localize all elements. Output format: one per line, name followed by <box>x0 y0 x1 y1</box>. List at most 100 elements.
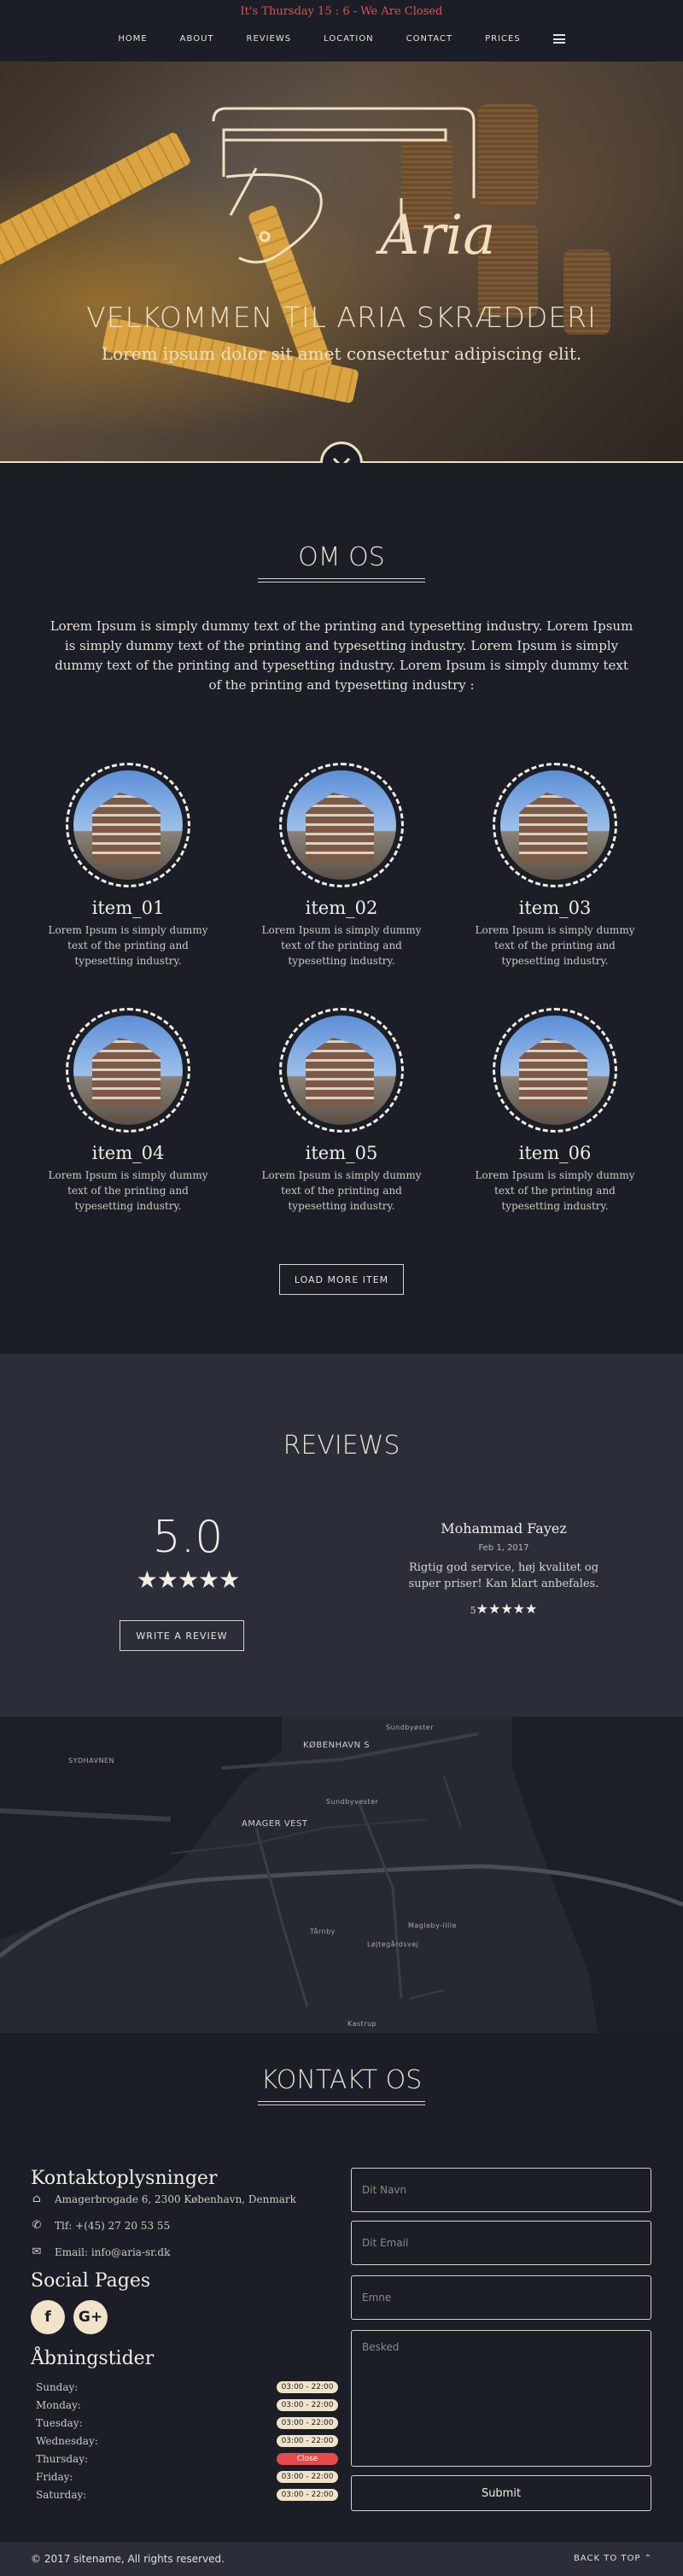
hero-title: VELKOMMEN TIL ARIA SKRÆDDERI <box>86 301 597 334</box>
hours-row: Monday: 03:00 - 22:00 <box>31 2396 338 2414</box>
write-review-button[interactable]: WRITE A REVIEW <box>120 1620 244 1651</box>
day-label: Wednesday: <box>36 2434 98 2447</box>
facebook-icon[interactable]: f <box>31 2300 65 2334</box>
hero-subtitle: Lorem ipsum dolor sit amet consectetur a… <box>101 343 582 364</box>
footer: © 2017 sitename, All rights reserved. BA… <box>0 2542 683 2576</box>
item-description: Lorem Ipsum is simply dummy text of the … <box>475 1169 635 1212</box>
item-image <box>493 763 617 887</box>
phone[interactable]: Tlf: +(45) 27 20 53 55 <box>55 2220 170 2232</box>
main-nav: HOME ABOUT REVIEWS LOCATION CONTACT PRIC… <box>0 34 683 44</box>
contact-info-heading: Kontaktoplysninger <box>31 2168 218 2189</box>
hours-row: Sunday: 03:00 - 22:00 <box>31 2378 338 2396</box>
location-map[interactable]: KØBENHAVN S AMAGER VEST SYDHAVNEN Sundby… <box>0 1717 683 2033</box>
open-status-notice: It's Thursday 15 : 6 - We Are Closed <box>240 5 443 18</box>
hours-badge-closed: Close <box>277 2452 338 2465</box>
nav-reviews[interactable]: REVIEWS <box>247 34 292 44</box>
map-label: Tårnby <box>310 1928 336 1935</box>
opening-hours: Sunday: 03:00 - 22:00 Monday: 03:00 - 22:0… <box>31 2378 338 2503</box>
review-date: Feb 1, 2017 <box>478 1543 529 1553</box>
item-card[interactable]: item_05 Lorem Ipsum is simply dummy text… <box>248 1008 435 1214</box>
top-bar: It's Thursday 15 : 6 - We Are Closed HOM… <box>0 0 683 61</box>
subject-field[interactable] <box>351 2275 651 2320</box>
item-card[interactable]: item_01 Lorem Ipsum is simply dummy text… <box>34 763 222 969</box>
item-image <box>279 1008 404 1133</box>
map-label: Magleby-lille <box>408 1922 457 1929</box>
map-label: Sundbyvester <box>326 1798 379 1806</box>
item-card[interactable]: item_04 Lorem Ipsum is simply dummy text… <box>34 1008 222 1214</box>
map-label: KØBENHAVN S <box>303 1741 371 1750</box>
email-row: ✉ Email: info@aria-sr.dk <box>31 2245 338 2258</box>
name-field[interactable] <box>351 2168 651 2212</box>
address-row: ⌂ Amagerbrogade 6, 2300 København, Denma… <box>31 2193 338 2205</box>
nav-contact[interactable]: CONTACT <box>406 34 452 44</box>
reviews-section: REVIEWS 5.0 ★★★★★ WRITE A REVIEW Mohamma… <box>0 1354 683 1717</box>
email[interactable]: Email: info@aria-sr.dk <box>55 2246 170 2258</box>
hours-badge: 03:00 - 22:00 <box>277 2470 338 2483</box>
average-score: 5.0 <box>152 1512 224 1563</box>
item-description: Lorem Ipsum is simply dummy text of the … <box>261 1169 422 1212</box>
day-label: Tuesday: <box>36 2416 83 2429</box>
item-name: item_02 <box>305 898 378 918</box>
item-description: Lorem Ipsum is simply dummy text of the … <box>261 924 422 967</box>
review-rating-number: 5 <box>470 1605 476 1616</box>
chevron-down-icon <box>332 457 351 463</box>
item-card[interactable]: item_02 Lorem Ipsum is simply dummy text… <box>248 763 435 969</box>
nav-home[interactable]: HOME <box>118 34 147 44</box>
day-label: Saturday: <box>36 2488 87 2501</box>
hours-row: Wednesday: 03:00 - 22:00 <box>31 2432 338 2450</box>
item-card[interactable]: item_06 Lorem Ipsum is simply dummy text… <box>461 1008 649 1214</box>
hours-badge: 03:00 - 22:00 <box>277 2416 338 2429</box>
logo-text: Aria <box>376 204 495 267</box>
day-label: Monday: <box>36 2398 81 2411</box>
item-description: Lorem Ipsum is simply dummy text of the … <box>48 1169 208 1212</box>
about-title-underline <box>258 578 425 583</box>
review-card: Mohammad Fayez Feb 1, 2017 Rigtig god se… <box>401 1520 606 1617</box>
home-icon: ⌂ <box>32 2193 41 2205</box>
copyright: © 2017 sitename, All rights reserved. <box>31 2553 225 2565</box>
scroll-down-button[interactable] <box>320 442 363 463</box>
menu-icon[interactable] <box>552 34 565 44</box>
item-image <box>66 1008 190 1133</box>
email-field[interactable] <box>351 2221 651 2265</box>
item-name: item_04 <box>91 1143 165 1163</box>
message-field[interactable] <box>351 2330 651 2467</box>
day-label: Thursday: <box>36 2452 89 2465</box>
hours-row: Tuesday: 03:00 - 22:00 <box>31 2414 338 2432</box>
map-label: SYDHAVNEN <box>68 1757 115 1765</box>
back-to-top-link[interactable]: BACK TO TOP ⌃ <box>574 2554 652 2563</box>
map-label: AMAGER VEST <box>242 1819 308 1829</box>
nav-about[interactable]: ABOUT <box>180 34 214 44</box>
contact-title: KONTAKT OS <box>260 2065 423 2095</box>
submit-button[interactable]: Submit <box>351 2475 651 2511</box>
hours-row: Thursday: Close <box>31 2450 338 2468</box>
item-name: item_06 <box>518 1143 592 1163</box>
reviews-title: REVIEWS <box>283 1431 400 1461</box>
hours-badge: 03:00 - 22:00 <box>277 2398 338 2411</box>
hours-badge: 03:00 - 22:00 <box>277 2434 338 2447</box>
reviewer-name: Mohammad Fayez <box>441 1520 567 1537</box>
review-rating: 5★★★★★ <box>401 1601 606 1617</box>
nav-location[interactable]: LOCATION <box>324 34 374 44</box>
google-plus-icon[interactable]: G+ <box>73 2300 108 2334</box>
contact-title-underline <box>258 2101 425 2105</box>
hero-section: Aria VELKOMMEN TIL ARIA SKRÆDDERI Lorem … <box>0 61 683 463</box>
hours-row: Friday: 03:00 - 22:00 <box>31 2468 338 2485</box>
hours-badge: 03:00 - 22:00 <box>277 2488 338 2501</box>
day-label: Friday: <box>36 2470 73 2483</box>
review-text: Rigtig god service, høj kvalitet og supe… <box>408 1561 599 1590</box>
aria-logo: Aria <box>212 107 495 267</box>
about-text: Lorem Ipsum is simply dummy text of the … <box>50 618 633 693</box>
envelope-icon: ✉ <box>32 2245 42 2258</box>
contact-info: Kontaktoplysninger ⌂ Amagerbrogade 6, 23… <box>31 2168 338 2503</box>
hours-row: Saturday: 03:00 - 22:00 <box>31 2485 338 2503</box>
load-more-button[interactable]: LOAD MORE ITEM <box>279 1264 404 1295</box>
nav-prices[interactable]: PRICES <box>485 34 521 44</box>
review-rating-stars: ★★★★★ <box>476 1601 538 1617</box>
about-title: OM OS <box>298 542 385 572</box>
day-label: Sunday: <box>36 2380 79 2393</box>
map-label: Løjtegårdsvej <box>367 1941 419 1948</box>
map-label: Sundbyøster <box>386 1724 435 1731</box>
map-label: Kastrup <box>347 2020 377 2028</box>
measuring-tape-decoration <box>0 131 192 267</box>
item-card[interactable]: item_03 Lorem Ipsum is simply dummy text… <box>461 763 649 969</box>
